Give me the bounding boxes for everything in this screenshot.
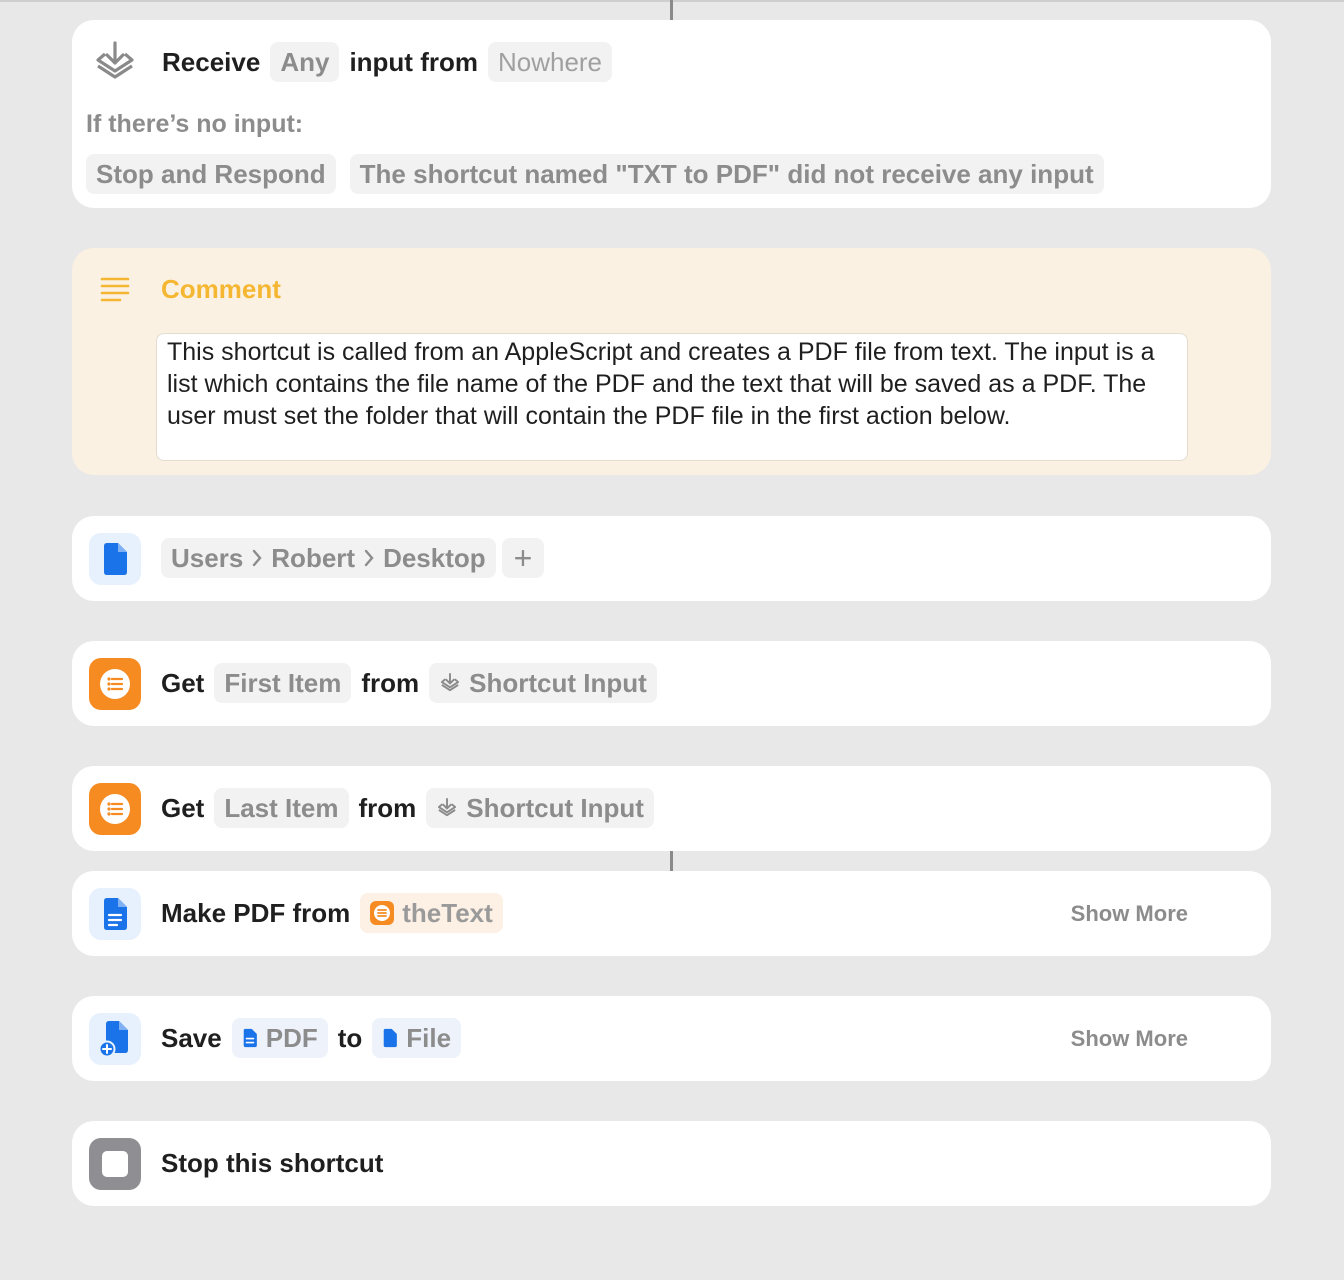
receive-icon	[89, 36, 141, 88]
path-segment[interactable]: Desktop	[383, 543, 486, 574]
show-more-button[interactable]: Show More	[1071, 1026, 1188, 1052]
from-label: from	[358, 792, 417, 823]
get-first-row: Get First Item from Shortcut Input	[161, 663, 1271, 703]
shortcut-input-icon	[436, 797, 458, 819]
input-source-token[interactable]: Nowhere	[487, 42, 613, 82]
shortcut-input-token[interactable]: Shortcut Input	[429, 663, 657, 703]
folder-action[interactable]: Users Robert Desktop +	[72, 516, 1271, 601]
document-icon	[89, 533, 141, 585]
comment-text-field[interactable]: This shortcut is called from an AppleScr…	[156, 333, 1188, 461]
shortcut-input-label: Shortcut Input	[469, 667, 647, 698]
folder-path-token[interactable]: Users Robert Desktop	[161, 538, 496, 578]
document-icon	[382, 1028, 398, 1048]
from-label: from	[361, 667, 420, 698]
list-variable-icon	[370, 901, 395, 925]
make-pdf-label: Make PDF from	[161, 897, 351, 928]
document-icon	[242, 1028, 258, 1048]
chevron-right-icon	[363, 548, 375, 568]
flow-connector	[670, 851, 673, 871]
file-destination-token[interactable]: File	[372, 1018, 462, 1058]
make-pdf-action[interactable]: Make PDF from theText Show More	[72, 871, 1271, 956]
response-message-token[interactable]: The shortcut named "TXT to PDF" did not …	[349, 154, 1104, 194]
path-segment[interactable]: Robert	[271, 543, 355, 574]
lines-icon	[100, 276, 130, 307]
variable-token[interactable]: theText	[360, 893, 503, 933]
add-folder-button[interactable]: +	[501, 538, 545, 578]
shortcut-input-icon	[439, 672, 461, 694]
save-label: Save	[161, 1022, 222, 1053]
no-input-row: Stop and Respond The shortcut named "TXT…	[86, 154, 1271, 194]
stop-icon	[89, 1138, 141, 1190]
get-last-item-action[interactable]: Get Last Item from Shortcut Input	[72, 766, 1271, 851]
stop-label: Stop this shortcut	[161, 1147, 384, 1178]
shortcut-input-label: Shortcut Input	[466, 792, 644, 823]
to-label: to	[337, 1022, 363, 1053]
stop-and-respond-token[interactable]: Stop and Respond	[86, 154, 336, 194]
pdf-variable-label: PDF	[265, 1022, 318, 1053]
item-selector-token[interactable]: Last Item	[214, 788, 349, 828]
receive-row: Receive Any input from Nowhere	[162, 42, 1271, 82]
flow-connector	[670, 0, 673, 20]
get-first-item-action[interactable]: Get First Item from Shortcut Input	[72, 641, 1271, 726]
input-from-label: input from	[349, 46, 478, 77]
save-document-icon	[89, 1013, 141, 1065]
stop-row: Stop this shortcut	[161, 1143, 1271, 1183]
pdf-variable-token[interactable]: PDF	[231, 1018, 328, 1058]
document-text-icon	[89, 888, 141, 940]
chevron-right-icon	[251, 548, 263, 568]
stop-shortcut-action[interactable]: Stop this shortcut	[72, 1121, 1271, 1206]
variable-label: theText	[402, 897, 493, 928]
receive-input-action[interactable]: Receive Any input from Nowhere If there’…	[72, 20, 1271, 208]
path-segment[interactable]: Users	[171, 543, 243, 574]
comment-action[interactable]: Comment This shortcut is called from an …	[72, 248, 1271, 475]
input-type-token[interactable]: Any	[270, 42, 340, 82]
show-more-button[interactable]: Show More	[1071, 901, 1188, 927]
get-label: Get	[161, 667, 205, 698]
no-input-label: If there’s no input:	[86, 110, 304, 138]
get-label: Get	[161, 792, 205, 823]
get-last-row: Get Last Item from Shortcut Input	[161, 788, 1271, 828]
save-file-action[interactable]: Save PDF to File Show More	[72, 996, 1271, 1081]
comment-title: Comment	[161, 274, 281, 304]
list-icon	[89, 783, 141, 835]
file-destination-label: File	[406, 1022, 452, 1053]
shortcut-input-token[interactable]: Shortcut Input	[426, 788, 654, 828]
receive-label: Receive	[162, 46, 261, 77]
list-icon	[89, 658, 141, 710]
item-selector-token[interactable]: First Item	[214, 663, 352, 703]
folder-path-row: Users Robert Desktop +	[161, 538, 1271, 578]
